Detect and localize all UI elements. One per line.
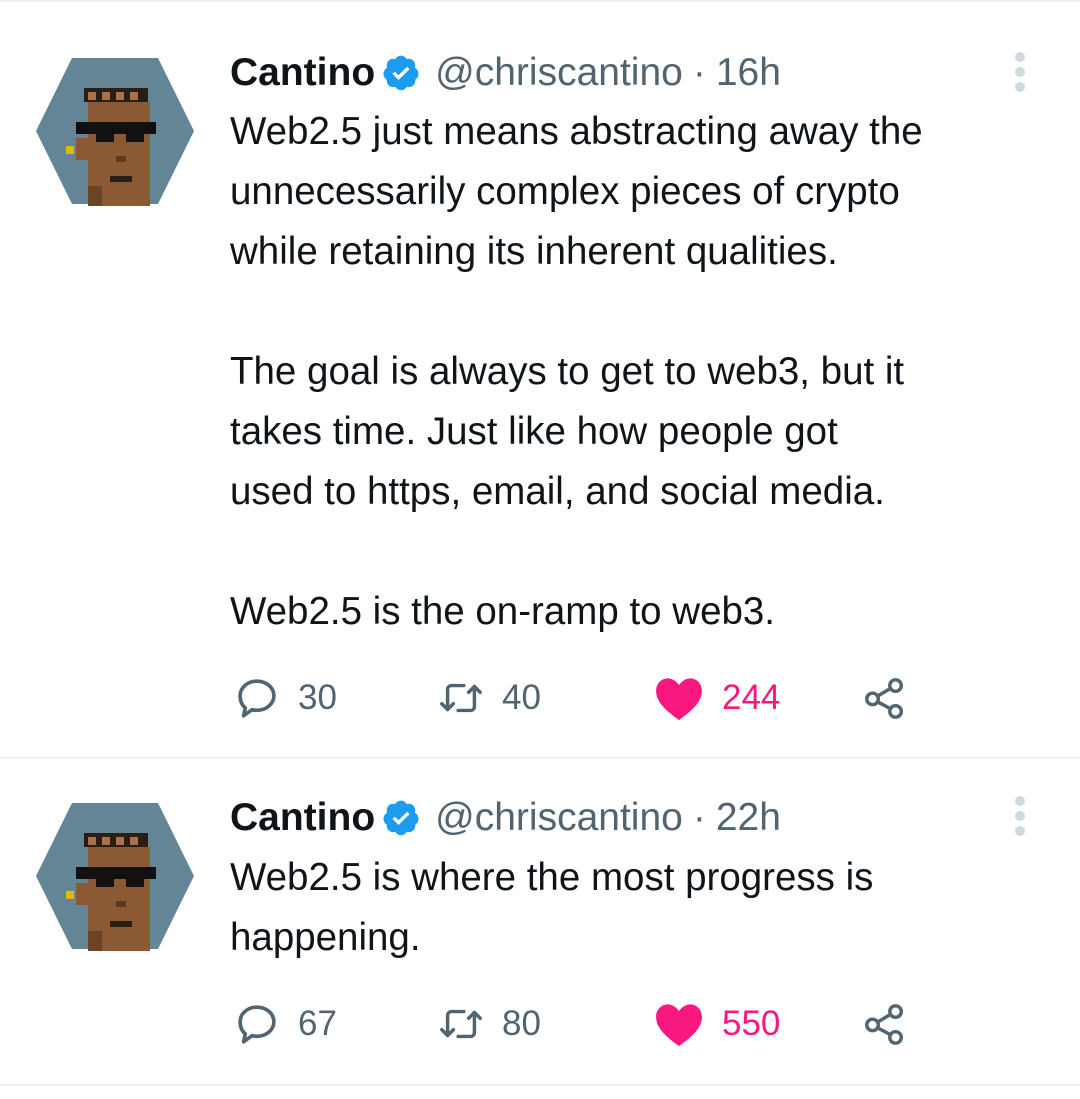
verified-badge-icon bbox=[383, 55, 419, 91]
tweet[interactable]: Cantino @chriscantino · 22h Web2.5 is wh… bbox=[0, 759, 1080, 1086]
tweet-header: Cantino @chriscantino · 16h bbox=[230, 50, 781, 96]
punk-avatar-icon bbox=[36, 58, 194, 206]
share-nodes-icon bbox=[865, 678, 904, 719]
verified-badge-icon bbox=[383, 800, 419, 836]
separator-dot: · bbox=[692, 51, 706, 94]
share-button[interactable] bbox=[862, 999, 908, 1049]
speech-bubble-icon bbox=[238, 679, 276, 718]
filled-heart-icon bbox=[656, 678, 702, 721]
retweet-count: 40 bbox=[502, 678, 541, 717]
vertical-ellipsis-icon bbox=[1015, 52, 1025, 92]
reply-count: 30 bbox=[298, 678, 337, 717]
separator-dot: · bbox=[692, 796, 706, 839]
author-name[interactable]: Cantino bbox=[230, 51, 375, 95]
filled-heart-icon bbox=[656, 1004, 702, 1047]
like-count: 550 bbox=[722, 1004, 781, 1043]
like-button[interactable]: 550 bbox=[654, 999, 780, 1049]
retweet-button[interactable]: 40 bbox=[438, 673, 541, 723]
author-handle[interactable]: @chriscantino bbox=[435, 51, 683, 95]
reply-button[interactable]: 30 bbox=[234, 673, 337, 723]
vertical-ellipsis-icon bbox=[1015, 796, 1025, 836]
author-handle[interactable]: @chriscantino bbox=[435, 796, 683, 840]
tweet-header: Cantino @chriscantino · 22h bbox=[230, 795, 781, 841]
avatar[interactable] bbox=[36, 56, 194, 206]
like-button[interactable]: 244 bbox=[654, 673, 780, 723]
tweet[interactable]: Cantino @chriscantino · 16h Web2.5 just … bbox=[0, 2, 1080, 759]
retweet-arrows-icon bbox=[440, 683, 482, 713]
speech-bubble-icon bbox=[238, 1005, 276, 1044]
reply-count: 67 bbox=[298, 1004, 337, 1043]
tweet-text: Web2.5 just means abstracting away the u… bbox=[230, 110, 923, 633]
retweet-count: 80 bbox=[502, 1004, 541, 1043]
like-count: 244 bbox=[722, 678, 781, 717]
timestamp[interactable]: 16h bbox=[716, 51, 781, 95]
share-button[interactable] bbox=[862, 673, 908, 723]
tweet-text: Web2.5 is where the most progress is hap… bbox=[230, 856, 874, 959]
reply-button[interactable]: 67 bbox=[234, 999, 337, 1049]
share-nodes-icon bbox=[865, 1004, 904, 1045]
retweet-button[interactable]: 80 bbox=[438, 999, 541, 1049]
avatar[interactable] bbox=[36, 801, 194, 951]
more-options-button[interactable] bbox=[1008, 794, 1032, 838]
punk-avatar-icon bbox=[36, 803, 194, 951]
timestamp[interactable]: 22h bbox=[716, 796, 781, 840]
more-options-button[interactable] bbox=[1008, 50, 1032, 94]
retweet-arrows-icon bbox=[440, 1009, 482, 1039]
author-name[interactable]: Cantino bbox=[230, 796, 375, 840]
